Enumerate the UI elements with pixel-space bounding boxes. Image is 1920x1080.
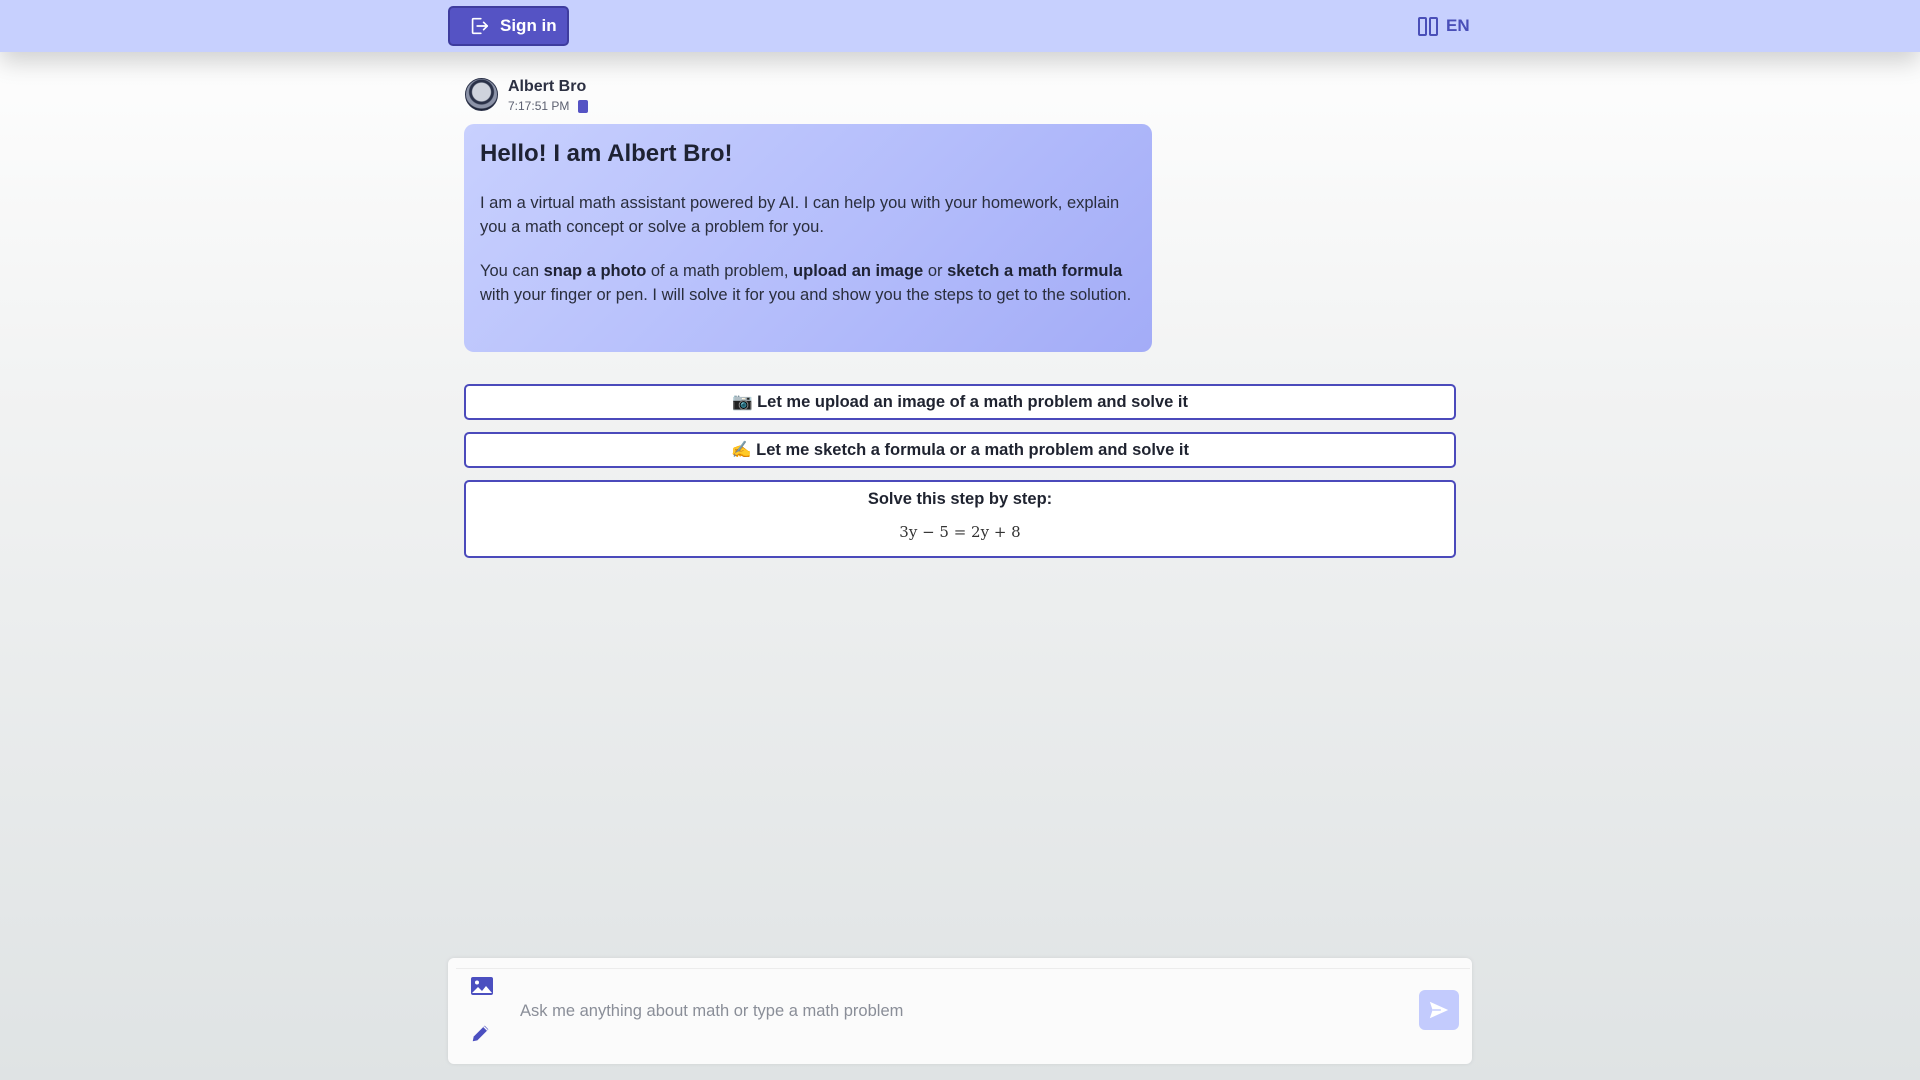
send-button[interactable] [1419,990,1459,1030]
language-selector[interactable]: EN [1418,14,1470,38]
message-paragraph-1: I am a virtual math assistant powered by… [480,194,1120,236]
image-upload-icon[interactable] [470,976,494,996]
copy-icon[interactable] [578,99,589,113]
bold-upload-image: upload an image [793,262,924,280]
text-segment: with your finger or pen. I will solve it… [480,286,1132,304]
assistant-message: Hello! I am Albert Bro! I am a virtual m… [464,124,1152,352]
example-equation: 3y − 5 = 2y + 8 [899,523,1021,541]
text-segment: of a math problem, [646,262,794,280]
message-header: Albert Bro 7:17:51 PM [465,78,589,113]
message-input[interactable] [520,996,1400,1026]
bold-sketch-formula: sketch a math formula [947,262,1123,280]
sign-in-label: Sign in [500,16,557,35]
top-bar: Sign in EN [0,0,1920,52]
send-icon [1429,1001,1449,1019]
bold-snap-photo: snap a photo [543,262,647,280]
solve-example-option-button[interactable]: Solve this step by step: 3y − 5 = 2y + 8 [464,480,1456,558]
text-segment: or [923,262,948,280]
sign-in-button[interactable]: Sign in [448,6,569,46]
message-title: Hello! I am Albert Bro! [480,140,733,167]
pencil-icon[interactable] [470,1022,492,1044]
upload-image-option-button[interactable]: 📷 Let me upload an image of a math probl… [464,384,1456,420]
message-composer [448,958,1472,1064]
option-label: 📷 Let me upload an image of a math probl… [731,393,1189,411]
sign-in-icon [471,17,489,35]
sketch-formula-option-button[interactable]: ✍️ Let me sketch a formula or a math pro… [464,432,1456,468]
message-paragraph-2: You can snap a photo of a math problem, … [480,259,1136,307]
avatar [465,78,498,111]
author-name: Albert Bro [508,78,587,95]
flag-icon [1418,16,1438,36]
message-time: 7:17:51 PM [508,99,570,113]
option-label: ✍️ Let me sketch a formula or a math pro… [731,441,1189,459]
option-label: Solve this step by step: [867,490,1053,508]
text-segment: You can [480,262,544,280]
language-code: EN [1446,16,1470,35]
